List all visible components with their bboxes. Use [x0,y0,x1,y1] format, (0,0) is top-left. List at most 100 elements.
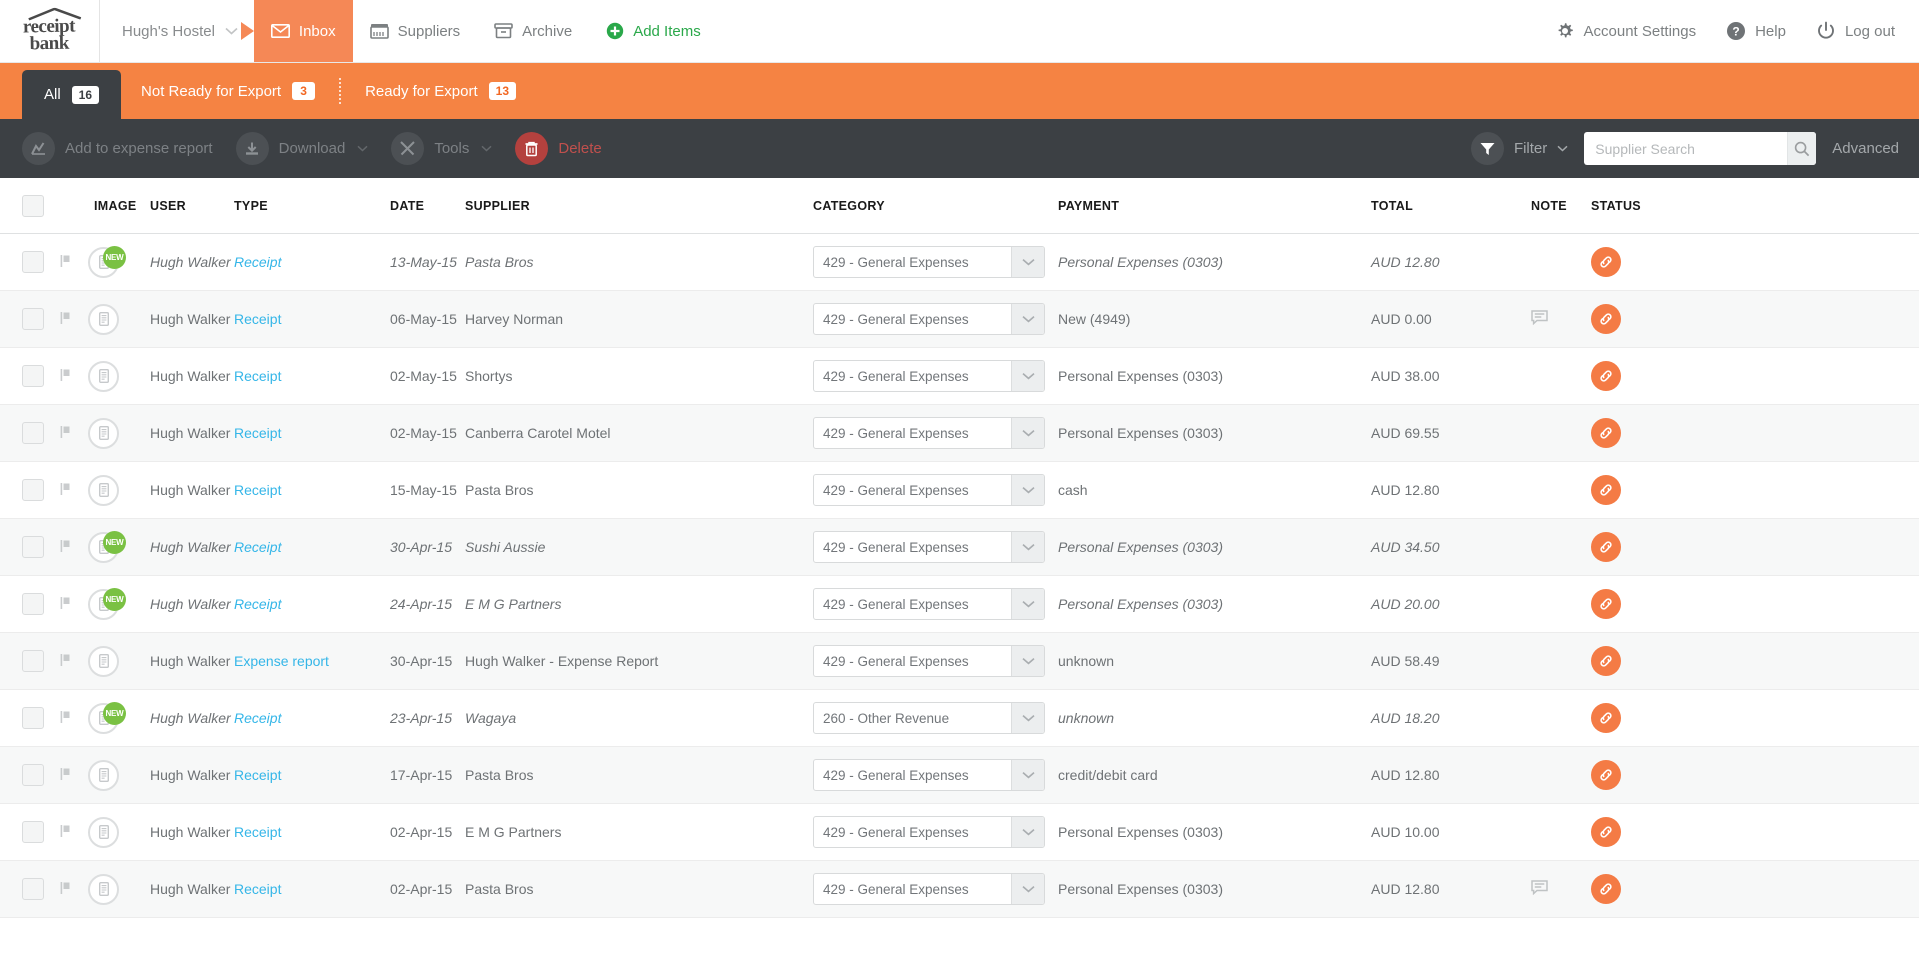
row-flag-cell[interactable] [58,311,88,328]
table-row[interactable]: NEW Hugh Walker Receipt 24-Apr-15 E M G Part… [0,576,1919,633]
category-select-arrow[interactable] [1011,703,1044,733]
row-flag-cell[interactable] [58,596,88,613]
category-select[interactable]: 429 - General Expenses [813,303,1045,335]
row-type-link[interactable]: Receipt [234,596,281,612]
status-link-button[interactable] [1591,475,1621,505]
receipt-thumbnail[interactable] [88,474,119,506]
status-link-button[interactable] [1591,532,1621,562]
status-link-button[interactable] [1591,418,1621,448]
category-select-arrow[interactable] [1011,817,1044,847]
tab-ready-for-export[interactable]: Ready for Export 13 [345,63,536,119]
table-row[interactable]: Hugh Walker Receipt 02-May-15 Shortys 429 - … [0,348,1919,405]
status-link-button[interactable] [1591,703,1621,733]
status-link-button[interactable] [1591,304,1621,334]
select-all-checkbox[interactable] [22,194,44,217]
row-type-link[interactable]: Receipt [234,710,281,726]
category-select-arrow[interactable] [1011,418,1044,448]
row-type-link[interactable]: Receipt [234,767,281,783]
row-flag-cell[interactable] [58,425,88,442]
nav-item-archive[interactable]: Archive [477,0,589,62]
row-checkbox[interactable] [22,821,44,843]
category-select[interactable]: 429 - General Expenses [813,417,1045,449]
row-checkbox[interactable] [22,251,44,273]
flag-toggle[interactable] [58,767,72,784]
table-row[interactable]: Hugh Walker Receipt 02-Apr-15 E M G Partner… [0,804,1919,861]
download-button[interactable]: Download [232,132,381,165]
note-icon-button[interactable] [1531,310,1548,328]
table-row[interactable]: NEW Hugh Walker Receipt 23-Apr-15 Wagaya 260 … [0,690,1919,747]
category-select[interactable]: 429 - General Expenses [813,759,1045,791]
row-flag-cell[interactable] [58,368,88,385]
category-select[interactable]: 429 - General Expenses [813,588,1045,620]
tab-all[interactable]: All 16 [22,70,122,119]
nav-item-account-settings[interactable]: Account Settings [1555,21,1696,41]
category-select-arrow[interactable] [1011,589,1044,619]
row-checkbox[interactable] [22,593,44,615]
nav-item-add-items[interactable]: Add Items [589,0,718,62]
row-flag-cell[interactable] [58,482,88,499]
row-flag-cell[interactable] [58,767,88,784]
flag-toggle[interactable] [58,653,72,670]
status-link-button[interactable] [1591,646,1621,676]
table-row[interactable]: Hugh Walker Receipt 02-May-15 Canberra Caro… [0,405,1919,462]
flag-toggle[interactable] [58,539,72,556]
table-row[interactable]: Hugh Walker Receipt 15-May-15 Pasta Bros 429… [0,462,1919,519]
category-select[interactable]: 429 - General Expenses [813,531,1045,563]
category-select-arrow[interactable] [1011,247,1044,277]
table-row[interactable]: Hugh Walker Receipt 02-Apr-15 Pasta Bros 429… [0,861,1919,918]
row-type-link[interactable]: Receipt [234,539,281,555]
status-link-button[interactable] [1591,589,1621,619]
row-type-link[interactable]: Receipt [234,824,281,840]
add-to-expense-report-button[interactable]: Add to expense report [18,132,225,165]
row-flag-cell[interactable] [58,653,88,670]
category-select-arrow[interactable] [1011,646,1044,676]
receipt-thumbnail[interactable] [88,303,119,335]
tab-not-ready-for-export[interactable]: Not Ready for Export 3 [121,63,335,119]
table-row[interactable]: NEW Hugh Walker Receipt 30-Apr-15 Sushi Auss… [0,519,1919,576]
delete-button[interactable]: Delete [511,132,613,165]
row-type-link[interactable]: Expense report [234,653,329,669]
row-checkbox[interactable] [22,365,44,387]
category-select-arrow[interactable] [1011,304,1044,334]
app-logo[interactable]: receipt bank [0,0,100,62]
status-link-button[interactable] [1591,247,1621,277]
status-link-button[interactable] [1591,817,1621,847]
category-select[interactable]: 429 - General Expenses [813,360,1045,392]
flag-toggle[interactable] [58,881,72,898]
receipt-thumbnail[interactable]: NEW [88,530,126,563]
flag-toggle[interactable] [58,596,72,613]
table-row[interactable]: Hugh Walker Receipt 17-Apr-15 Pasta Bros 429… [0,747,1919,804]
category-select-arrow[interactable] [1011,361,1044,391]
row-checkbox[interactable] [22,878,44,900]
flag-toggle[interactable] [58,368,72,385]
table-row[interactable]: Hugh Walker Receipt 06-May-15 Harvey Norman… [0,291,1919,348]
tools-button[interactable]: Tools [387,132,504,165]
table-row[interactable]: NEW Hugh Walker Receipt 13-May-15 Pasta Bros… [0,234,1919,291]
row-checkbox[interactable] [22,650,44,672]
category-select-arrow[interactable] [1011,532,1044,562]
row-flag-cell[interactable] [58,254,88,271]
receipt-thumbnail[interactable]: NEW [88,245,126,278]
row-flag-cell[interactable] [58,881,88,898]
advanced-search-link[interactable]: Advanced [1832,140,1899,157]
row-type-link[interactable]: Receipt [234,368,281,384]
org-switcher[interactable]: Hugh's Hostel [100,0,254,62]
receipt-thumbnail[interactable] [88,873,119,905]
category-select-arrow[interactable] [1011,874,1044,904]
row-type-link[interactable]: Receipt [234,254,281,270]
category-select-arrow[interactable] [1011,475,1044,505]
note-icon-button[interactable] [1531,880,1548,898]
filter-button[interactable]: Filter [1470,132,1568,165]
flag-toggle[interactable] [58,482,72,499]
receipt-thumbnail[interactable] [88,645,119,677]
table-row[interactable]: Hugh Walker Expense report 30-Apr-15 Hugh W… [0,633,1919,690]
status-link-button[interactable] [1591,760,1621,790]
nav-item-logout[interactable]: Log out [1816,21,1895,41]
row-checkbox[interactable] [22,479,44,501]
row-checkbox[interactable] [22,308,44,330]
receipt-thumbnail[interactable]: NEW [88,701,126,734]
row-flag-cell[interactable] [58,710,88,727]
row-checkbox[interactable] [22,536,44,558]
flag-toggle[interactable] [58,425,72,442]
flag-toggle[interactable] [58,311,72,328]
